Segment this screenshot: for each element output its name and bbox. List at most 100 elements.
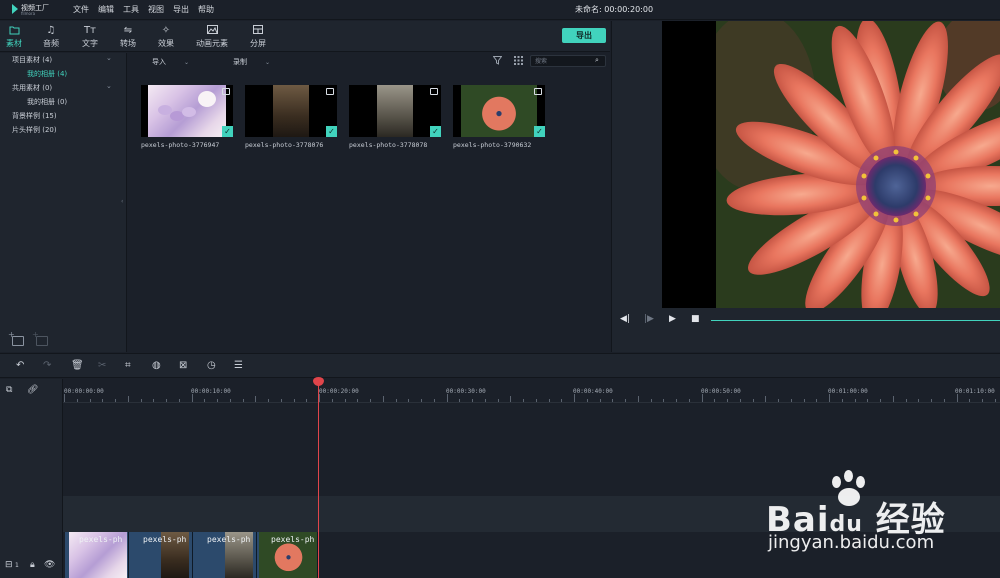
color-icon[interactable]: ◍ (152, 360, 161, 371)
menu-export[interactable]: 导出 (173, 4, 189, 15)
ruler-tick (905, 399, 907, 402)
ruler-tick (127, 396, 129, 402)
playhead[interactable] (318, 379, 319, 578)
library-item-shared-media[interactable]: 共用素材 (0) (12, 83, 52, 93)
prev-frame-icon[interactable]: ◀| (620, 314, 630, 324)
library-item-my-album[interactable]: 我的相册 (4) (27, 69, 67, 79)
library-item-intros[interactable]: 片头样例 (20) (12, 125, 57, 135)
delete-icon[interactable]: 🗑︎ (71, 360, 84, 371)
ruler-tick (969, 399, 971, 402)
checkmark-icon: ✓ (222, 126, 233, 137)
undo-icon[interactable]: ↶ (16, 360, 24, 371)
collapse-panel-icon[interactable]: ‹ (121, 198, 123, 205)
track-headers: ⧉ 🔗︎ ⊟ 1 🔒︎ 👁︎ (0, 379, 63, 578)
time-ruler[interactable]: 00:00:00:00 00:00:10:00 00:00:20:00 00:0… (63, 379, 1000, 403)
ruler-label: 00:00:10:00 (191, 388, 231, 395)
menu-file[interactable]: 文件 (73, 4, 89, 15)
crop-icon[interactable]: ⌗ (125, 360, 131, 371)
stop-icon[interactable]: ■ (691, 314, 700, 324)
tab-media[interactable]: 素材 (5, 25, 23, 49)
ruler-tick (688, 399, 690, 402)
timeline-clip[interactable]: pexels-ph (193, 532, 257, 578)
grid-view-icon[interactable] (514, 56, 523, 68)
tab-elements[interactable]: 动画元素 (195, 25, 229, 49)
ruler-label: 00:00:30:00 (446, 388, 486, 395)
link-icon[interactable]: 🔗︎ (27, 385, 38, 395)
ruler-tick (625, 399, 626, 402)
new-folder-icon[interactable] (8, 330, 24, 346)
adjust-icon[interactable]: ☰ (234, 360, 243, 371)
ruler-tick (166, 399, 167, 402)
ruler-tick (421, 399, 422, 402)
search-box: ⌕ (530, 55, 606, 67)
add-track-icon[interactable]: ⧉ (6, 385, 12, 395)
media-clip[interactable]: ✓ pexels-photo-3778078 (349, 85, 441, 149)
ruler-tick (829, 394, 830, 402)
remove-folder-icon[interactable] (32, 330, 48, 346)
ruler-tick (931, 399, 932, 402)
split-screen-icon (249, 25, 267, 36)
mosaic-icon[interactable]: ⊠ (179, 360, 187, 371)
tab-split-screen[interactable]: 分屏 (249, 25, 267, 49)
lock-icon[interactable]: 🔒︎ (30, 560, 35, 570)
empty-track[interactable] (63, 404, 1000, 496)
image-type-icon (430, 88, 438, 95)
chevron-down-icon[interactable]: ⌄ (106, 82, 112, 90)
import-dropdown[interactable]: 导入 ⌄ (152, 57, 189, 67)
logo-mark-icon (12, 4, 18, 14)
tab-audio[interactable]: ♫ 音频 (42, 25, 60, 49)
chevron-down-icon[interactable]: ⌄ (106, 54, 112, 62)
menu-tools[interactable]: 工具 (123, 4, 139, 15)
ruler-tick (612, 399, 614, 402)
ruler-tick (204, 399, 206, 402)
video-track[interactable]: pexels-ph pexels-ph pexels-ph pexels-ph (63, 532, 1000, 578)
media-clip[interactable]: ✓ pexels-photo-3790632 (453, 85, 545, 149)
playback-progress-bar[interactable] (711, 320, 1000, 321)
ruler-tick (778, 399, 779, 402)
media-clip[interactable]: ✓ pexels-photo-3776947 (141, 85, 233, 149)
search-input[interactable] (535, 57, 593, 66)
music-note-icon: ♫ (46, 25, 56, 36)
timeline-clip[interactable]: pexels-ph (129, 532, 193, 578)
image-icon (195, 25, 229, 36)
menu-edit[interactable]: 编辑 (98, 4, 114, 15)
preview-screen[interactable] (662, 21, 1000, 308)
ruler-tick (892, 396, 894, 402)
tab-effects[interactable]: ✧ 效果 (156, 25, 176, 49)
ruler-tick (599, 399, 601, 402)
library-item-shared-album[interactable]: 我的相册 (0) (27, 97, 67, 107)
ruler-label: 00:00:00:00 (64, 388, 104, 395)
clip-name: pexels-photo-3776947 (141, 141, 220, 149)
ruler-tick (650, 399, 652, 402)
preview-image (716, 21, 1000, 308)
menu-help[interactable]: 帮助 (198, 4, 214, 15)
play-icon[interactable]: ▶ (669, 314, 676, 324)
image-type-icon (534, 88, 542, 95)
ruler-tick (586, 399, 588, 402)
export-button[interactable]: 导出 (562, 28, 606, 43)
clip-label: pexels-ph (79, 535, 123, 544)
ruler-tick (956, 394, 958, 402)
library-item-project-media[interactable]: 项目素材 (4) (12, 55, 52, 65)
redo-icon[interactable]: ↷ (43, 360, 51, 371)
ruler-tick (676, 399, 677, 402)
timeline-clip[interactable]: pexels-ph (65, 532, 129, 578)
ruler-tick (382, 396, 384, 402)
ruler-tick (663, 399, 665, 402)
eye-icon[interactable]: 👁︎ (44, 560, 55, 570)
search-icon[interactable]: ⌕ (595, 56, 599, 65)
next-frame-icon[interactable]: |▶ (644, 314, 654, 324)
tab-text[interactable]: Tт 文字 (80, 25, 100, 49)
record-dropdown[interactable]: 录制 ⌄ (233, 57, 270, 67)
cut-icon[interactable]: ✂ (98, 360, 106, 371)
tab-transition[interactable]: ⇋ 转场 (118, 25, 138, 49)
ruler-tick (280, 399, 282, 402)
duration-icon[interactable]: ◷ (207, 360, 216, 371)
library-item-backgrounds[interactable]: 背景样例 (15) (12, 111, 57, 121)
menu-view[interactable]: 视图 (148, 4, 164, 15)
timeline-clip[interactable]: pexels-ph (257, 532, 318, 578)
ruler-tick (918, 399, 920, 402)
ruler-tick (395, 399, 397, 402)
filter-icon[interactable] (492, 56, 503, 68)
media-clip[interactable]: ✓ pexels-photo-3778076 (245, 85, 337, 149)
